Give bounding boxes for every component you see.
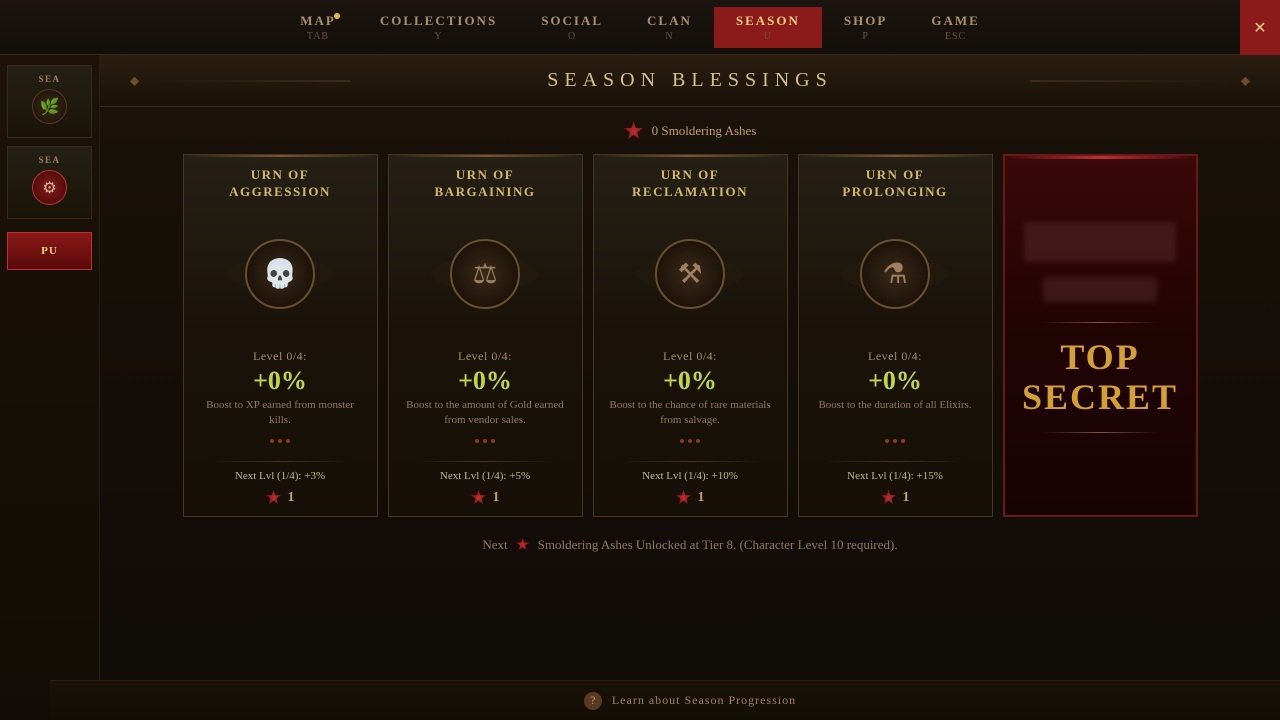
urn-symbol-4: ⚗ xyxy=(882,257,907,291)
cost-ash-icon-1 xyxy=(266,490,282,506)
divider-3 xyxy=(621,461,759,462)
cost-ash-icon-3 xyxy=(676,490,692,506)
sidebar-icon-2: ⚙ xyxy=(32,170,67,205)
bottom-section: Next Smoldering Ashes Unlocked at Tier 8… xyxy=(482,537,897,553)
mini-ash-icon xyxy=(516,538,530,552)
dots-3 xyxy=(680,439,700,443)
urn-circle-1: 💀 xyxy=(245,239,315,309)
cost-ash-icon-4 xyxy=(881,490,897,506)
nav-items: MAP TAB COLLECTIONS Y SOCIAL O CLAN N SE… xyxy=(278,7,1002,48)
nav-bar: MAP TAB COLLECTIONS Y SOCIAL O CLAN N SE… xyxy=(0,0,1280,55)
dots-1 xyxy=(270,439,290,443)
urn-title-1: URN OF AGGRESSION xyxy=(229,167,331,201)
help-icon[interactable]: ? xyxy=(584,692,602,710)
nav-item-clan[interactable]: CLAN N xyxy=(625,7,714,48)
bonus-text-4: +0% xyxy=(868,366,922,396)
urn-card-prolonging: URN OF PROLONGING ⚗ Level 0/4: +0% Boost… xyxy=(798,154,993,517)
footer-bar: ? Learn about Season Progression xyxy=(50,680,1280,720)
next-lvl-1: Next Lvl (1/4): +3% xyxy=(235,470,325,482)
cost-num-1: 1 xyxy=(288,490,295,506)
cost-ash-icon-2 xyxy=(471,490,487,506)
next-lvl-2: Next Lvl (1/4): +5% xyxy=(440,470,530,482)
bonus-text-1: +0% xyxy=(253,366,307,396)
urn-image-2: ⚖ xyxy=(420,209,550,339)
urn-image-1: 💀 xyxy=(215,209,345,339)
nav-item-collections[interactable]: COLLECTIONS Y xyxy=(358,7,519,48)
dots-2 xyxy=(475,439,495,443)
level-text-2: Level 0/4: xyxy=(458,349,512,364)
title-ornament-right xyxy=(1030,80,1230,81)
urn-title-2: URN OF BARGAINING xyxy=(435,167,536,201)
main-content: SEA 🌿 SEA ⚙ PU SEASON BLESSINGS 0 Smolde… xyxy=(0,55,1280,720)
desc-text-1: Boost to XP earned from monster kills. xyxy=(194,398,367,429)
urn-symbol-1: 💀 xyxy=(263,257,298,291)
secret-card: TOP SECRET xyxy=(1003,154,1198,517)
next-lvl-3: Next Lvl (1/4): +10% xyxy=(642,470,738,482)
urn-circle-3: ⚒ xyxy=(655,239,725,309)
urn-title-3: URN OF RECLAMATION xyxy=(632,167,748,201)
urn-image-3: ⚒ xyxy=(625,209,755,339)
title-ornament-left xyxy=(150,80,350,81)
secret-divider-2 xyxy=(1043,432,1158,433)
secret-divider xyxy=(1043,322,1158,323)
cost-row-3: 1 xyxy=(676,490,705,506)
center-area: SEASON BLESSINGS 0 Smoldering Ashes URN … xyxy=(100,55,1280,720)
next-lvl-4: Next Lvl (1/4): +15% xyxy=(847,470,943,482)
help-text: Learn about Season Progression xyxy=(612,693,796,708)
urn-symbol-3: ⚒ xyxy=(677,257,702,291)
cost-row-1: 1 xyxy=(266,490,295,506)
secret-blurred-2 xyxy=(1043,277,1158,302)
divider-4 xyxy=(826,461,964,462)
urn-circle-2: ⚖ xyxy=(450,239,520,309)
cards-container: URN OF AGGRESSION 💀 Level 0/4: +0% Boost… xyxy=(153,154,1228,517)
sidebar-item-sea1[interactable]: SEA 🌿 xyxy=(7,65,92,138)
sidebar-item-sea2[interactable]: SEA ⚙ xyxy=(7,146,92,219)
urn-title-4: URN OF PROLONGING xyxy=(842,167,947,201)
urn-image-4: ⚗ xyxy=(830,209,960,339)
level-text-1: Level 0/4: xyxy=(253,349,307,364)
ashes-count: 0 Smoldering Ashes xyxy=(652,123,757,139)
nav-item-shop[interactable]: SHOP P xyxy=(822,7,909,48)
exit-icon: ✕ xyxy=(1253,18,1266,38)
cost-row-2: 1 xyxy=(471,490,500,506)
title-bar: SEASON BLESSINGS xyxy=(100,55,1280,107)
exit-button[interactable]: ✕ xyxy=(1240,0,1280,55)
ashes-row: 0 Smoldering Ashes xyxy=(624,121,757,141)
ash-icon xyxy=(624,121,644,141)
bonus-text-2: +0% xyxy=(458,366,512,396)
bottom-next-text: Next Smoldering Ashes Unlocked at Tier 8… xyxy=(482,537,897,553)
sidebar-icon-1: 🌿 xyxy=(32,89,67,124)
nav-item-season[interactable]: SEASON U xyxy=(714,7,822,48)
cost-row-4: 1 xyxy=(881,490,910,506)
urn-card-aggression: URN OF AGGRESSION 💀 Level 0/4: +0% Boost… xyxy=(183,154,378,517)
sidebar: SEA 🌿 SEA ⚙ PU xyxy=(0,55,100,720)
desc-text-4: Boost to the duration of all Elixirs. xyxy=(813,398,976,429)
desc-text-3: Boost to the chance of rare materials fr… xyxy=(604,398,777,429)
dots-4 xyxy=(885,439,905,443)
bonus-text-3: +0% xyxy=(663,366,717,396)
level-text-3: Level 0/4: xyxy=(663,349,717,364)
cost-num-4: 1 xyxy=(903,490,910,506)
secret-title: TOP SECRET xyxy=(1022,338,1178,417)
urn-card-bargaining: URN OF BARGAINING ⚖ Level 0/4: +0% Boost… xyxy=(388,154,583,517)
urn-symbol-2: ⚖ xyxy=(472,257,497,291)
urn-circle-4: ⚗ xyxy=(860,239,930,309)
divider-1 xyxy=(211,461,349,462)
push-button[interactable]: PU xyxy=(7,232,92,270)
nav-item-game[interactable]: GAME ESC xyxy=(909,7,1001,48)
cost-num-2: 1 xyxy=(493,490,500,506)
nav-item-map[interactable]: MAP TAB xyxy=(278,7,358,48)
divider-2 xyxy=(416,461,554,462)
cost-num-3: 1 xyxy=(698,490,705,506)
secret-blurred-1 xyxy=(1024,222,1177,262)
urn-card-reclamation: URN OF RECLAMATION ⚒ Level 0/4: +0% Boos… xyxy=(593,154,788,517)
level-text-4: Level 0/4: xyxy=(868,349,922,364)
desc-text-2: Boost to the amount of Gold earned from … xyxy=(399,398,572,429)
nav-item-social[interactable]: SOCIAL O xyxy=(519,7,625,48)
